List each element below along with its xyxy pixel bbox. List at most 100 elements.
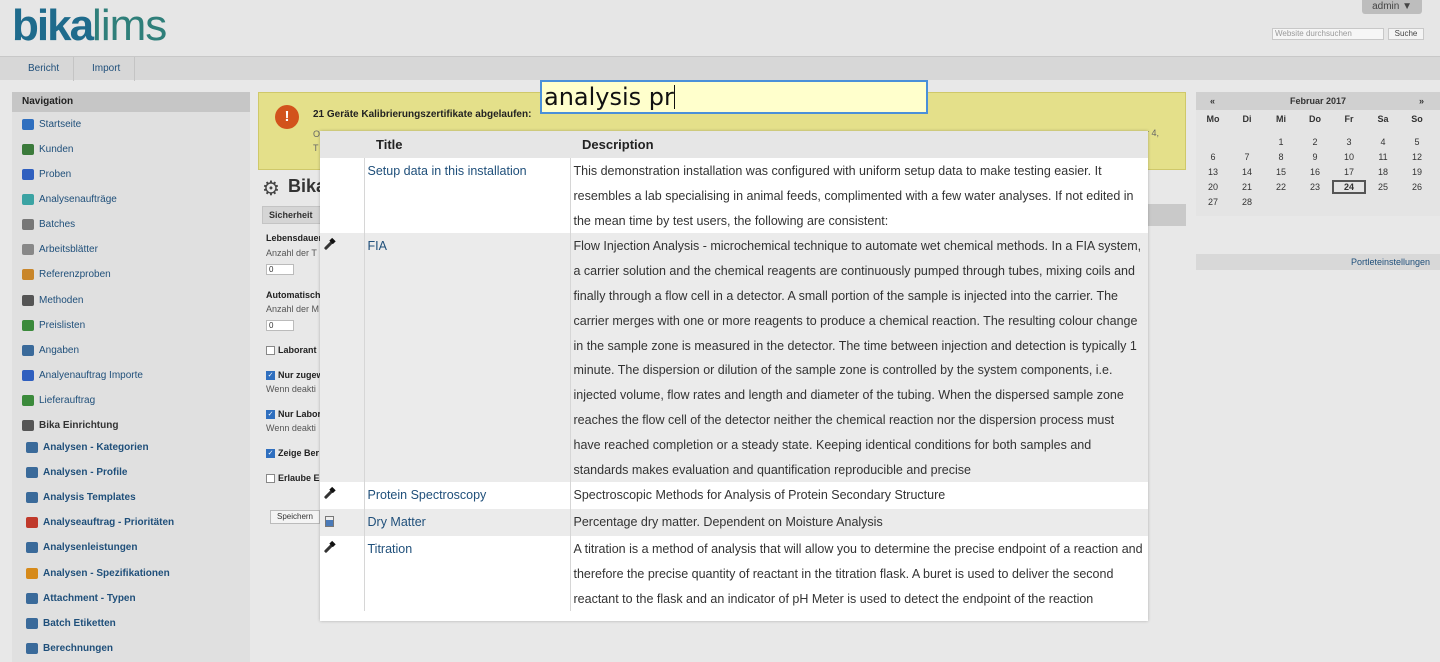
nav-bericht[interactable]: Bericht	[14, 57, 75, 81]
calendar-weekday: Di	[1242, 114, 1252, 124]
result-title[interactable]: Setup data in this installation	[364, 158, 571, 234]
sidebar-item[interactable]: Batches	[22, 218, 75, 232]
sidebar-setup-item[interactable]: Batch Etiketten	[26, 617, 116, 631]
calendar-day[interactable]: 15	[1264, 165, 1298, 179]
calendar-day[interactable]: 12	[1400, 150, 1434, 164]
services-icon	[26, 541, 38, 553]
calendar-weekday: Fr	[1344, 114, 1354, 124]
result-row[interactable]: FIA Flow Injection Analysis - microchemic…	[320, 233, 1148, 483]
site-search-input[interactable]: Website durchsuchen	[1272, 28, 1384, 40]
sidebar-setup-item[interactable]: Analysenleistungen	[26, 541, 137, 555]
calendar-day[interactable]: 26	[1400, 180, 1434, 194]
checkbox[interactable]: ✓	[266, 410, 275, 419]
worksheets-icon	[22, 243, 34, 255]
calendar-day[interactable]: 19	[1400, 165, 1434, 179]
result-row[interactable]: Setup data in this installation This demo…	[320, 158, 1148, 234]
result-title[interactable]: Protein Spectroscopy	[364, 482, 571, 510]
lifetime-input[interactable]: 0	[266, 264, 294, 275]
analysis-search-input[interactable]: analysis pr	[540, 80, 928, 114]
calendar-day[interactable]: 27	[1196, 195, 1230, 209]
search-button[interactable]: Suche	[1388, 28, 1424, 40]
sidebar-item[interactable]: Startseite	[22, 118, 81, 132]
sidebar-setup-item[interactable]: Analysis Templates	[26, 491, 136, 505]
calendar-day[interactable]: 3	[1332, 135, 1366, 149]
sidebar-item[interactable]: Referenzproben	[22, 268, 111, 282]
calendar-day[interactable]: 18	[1366, 165, 1400, 179]
sidebar-item-label: Kunden	[39, 144, 74, 155]
save-button[interactable]: Speichern	[270, 510, 320, 524]
checkbox[interactable]	[266, 346, 275, 355]
categories-icon	[26, 441, 38, 453]
sidebar-item[interactable]: Lieferauftrag	[22, 394, 95, 408]
result-row[interactable]: Protein Spectroscopy Spectroscopic Method…	[320, 482, 1148, 510]
calendar-day[interactable]: 17	[1332, 165, 1366, 179]
calendar-day[interactable]: 13	[1196, 165, 1230, 179]
analysis-request-icon	[22, 193, 34, 205]
calendar-today[interactable]: 24	[1332, 180, 1366, 194]
calendar-day[interactable]: 10	[1332, 150, 1366, 164]
result-title[interactable]: FIA	[364, 233, 571, 483]
calendar-next-button[interactable]: »	[1419, 92, 1424, 110]
calendar-day[interactable]: 5	[1400, 135, 1434, 149]
sidebar-setup-heading[interactable]: Bika Einrichtung	[22, 419, 118, 433]
calendar-day[interactable]: 25	[1366, 180, 1400, 194]
tab-security[interactable]: Sicherheit	[262, 206, 322, 224]
result-row[interactable]: Dry Matter Percentage dry matter. Depende…	[320, 509, 1148, 536]
alert-title: 21 Geräte Kalibrierungszertifikate abgel…	[313, 109, 532, 120]
sidebar-item[interactable]: Arbeitsblätter	[22, 243, 98, 257]
checkbox[interactable]	[266, 474, 275, 483]
portlet-settings-link[interactable]: Portleteinstellungen	[1196, 254, 1440, 270]
home-icon	[22, 118, 34, 130]
calendar-day[interactable]: 4	[1366, 135, 1400, 149]
sidebar-item-label: Berechnungen	[43, 643, 114, 654]
sidebar-setup-item[interactable]: Berechnungen	[26, 642, 113, 656]
sidebar-item[interactable]: Proben	[22, 168, 71, 182]
sidebar-item[interactable]: Kunden	[22, 143, 73, 157]
calendar-day[interactable]: 16	[1298, 165, 1332, 179]
checkbox[interactable]: ✓	[266, 449, 275, 458]
sidebar-item[interactable]: Angaben	[22, 344, 79, 358]
calendar-day[interactable]: 6	[1196, 150, 1230, 164]
navigation-title: Navigation	[12, 92, 250, 112]
sidebar-item-label: Referenzproben	[39, 269, 111, 280]
auto-logoff-input[interactable]: 0	[266, 320, 294, 331]
calendar-day[interactable]: 2	[1298, 135, 1332, 149]
sidebar-setup-item[interactable]: Analysen - Profile	[26, 466, 127, 480]
profiles-icon	[26, 466, 38, 478]
calendar-prev-button[interactable]: «	[1210, 92, 1215, 110]
user-menu[interactable]: admin ▼	[1362, 0, 1422, 14]
checkbox[interactable]: ✓	[266, 371, 275, 380]
calendar-weekday: Mi	[1276, 114, 1286, 124]
clients-icon	[22, 143, 34, 155]
calendar-weekday: Mo	[1206, 114, 1220, 124]
calendar-day[interactable]: 7	[1230, 150, 1264, 164]
calendar-day[interactable]: 20	[1196, 180, 1230, 194]
result-row[interactable]: Titration A titration is a method of anal…	[320, 535, 1148, 612]
templates-icon	[26, 491, 38, 503]
calendar-day[interactable]: 28	[1230, 195, 1264, 209]
pipette-icon	[323, 239, 335, 251]
sidebar-item[interactable]: Analysenaufträge	[22, 193, 117, 207]
calendar-day[interactable]: 11	[1366, 150, 1400, 164]
sidebar-setup-item[interactable]: Analysen - Spezifikationen	[26, 567, 170, 581]
gear-icon: ⚙	[262, 178, 280, 200]
calendar-weekday: Do	[1309, 114, 1321, 124]
sidebar-item-label: Analysis Templates	[43, 492, 136, 503]
bika-lims-logo[interactable]: bikalims	[12, 4, 167, 48]
sidebar-item[interactable]: Preislisten	[22, 319, 85, 333]
calendar-day[interactable]: 21	[1230, 180, 1264, 194]
calendar-day[interactable]: 22	[1264, 180, 1298, 194]
calendar-day[interactable]: 9	[1298, 150, 1332, 164]
sidebar-setup-item[interactable]: Attachment - Typen	[26, 592, 136, 606]
sidebar-setup-item[interactable]: Analysen - Kategorien	[26, 441, 149, 455]
sidebar-setup-item[interactable]: Analyseauftrag - Prioritäten	[26, 516, 174, 530]
sidebar-item[interactable]: Analyenauftrag Importe	[22, 369, 143, 383]
calendar-day[interactable]: 8	[1264, 150, 1298, 164]
calendar-day[interactable]: 1	[1264, 135, 1298, 149]
calendar-day[interactable]: 14	[1230, 165, 1264, 179]
nav-import[interactable]: Import	[78, 57, 136, 81]
result-title[interactable]: Titration	[364, 535, 571, 612]
calendar-day[interactable]: 23	[1298, 180, 1332, 194]
result-title[interactable]: Dry Matter	[364, 509, 571, 536]
sidebar-item[interactable]: Methoden	[22, 294, 83, 308]
